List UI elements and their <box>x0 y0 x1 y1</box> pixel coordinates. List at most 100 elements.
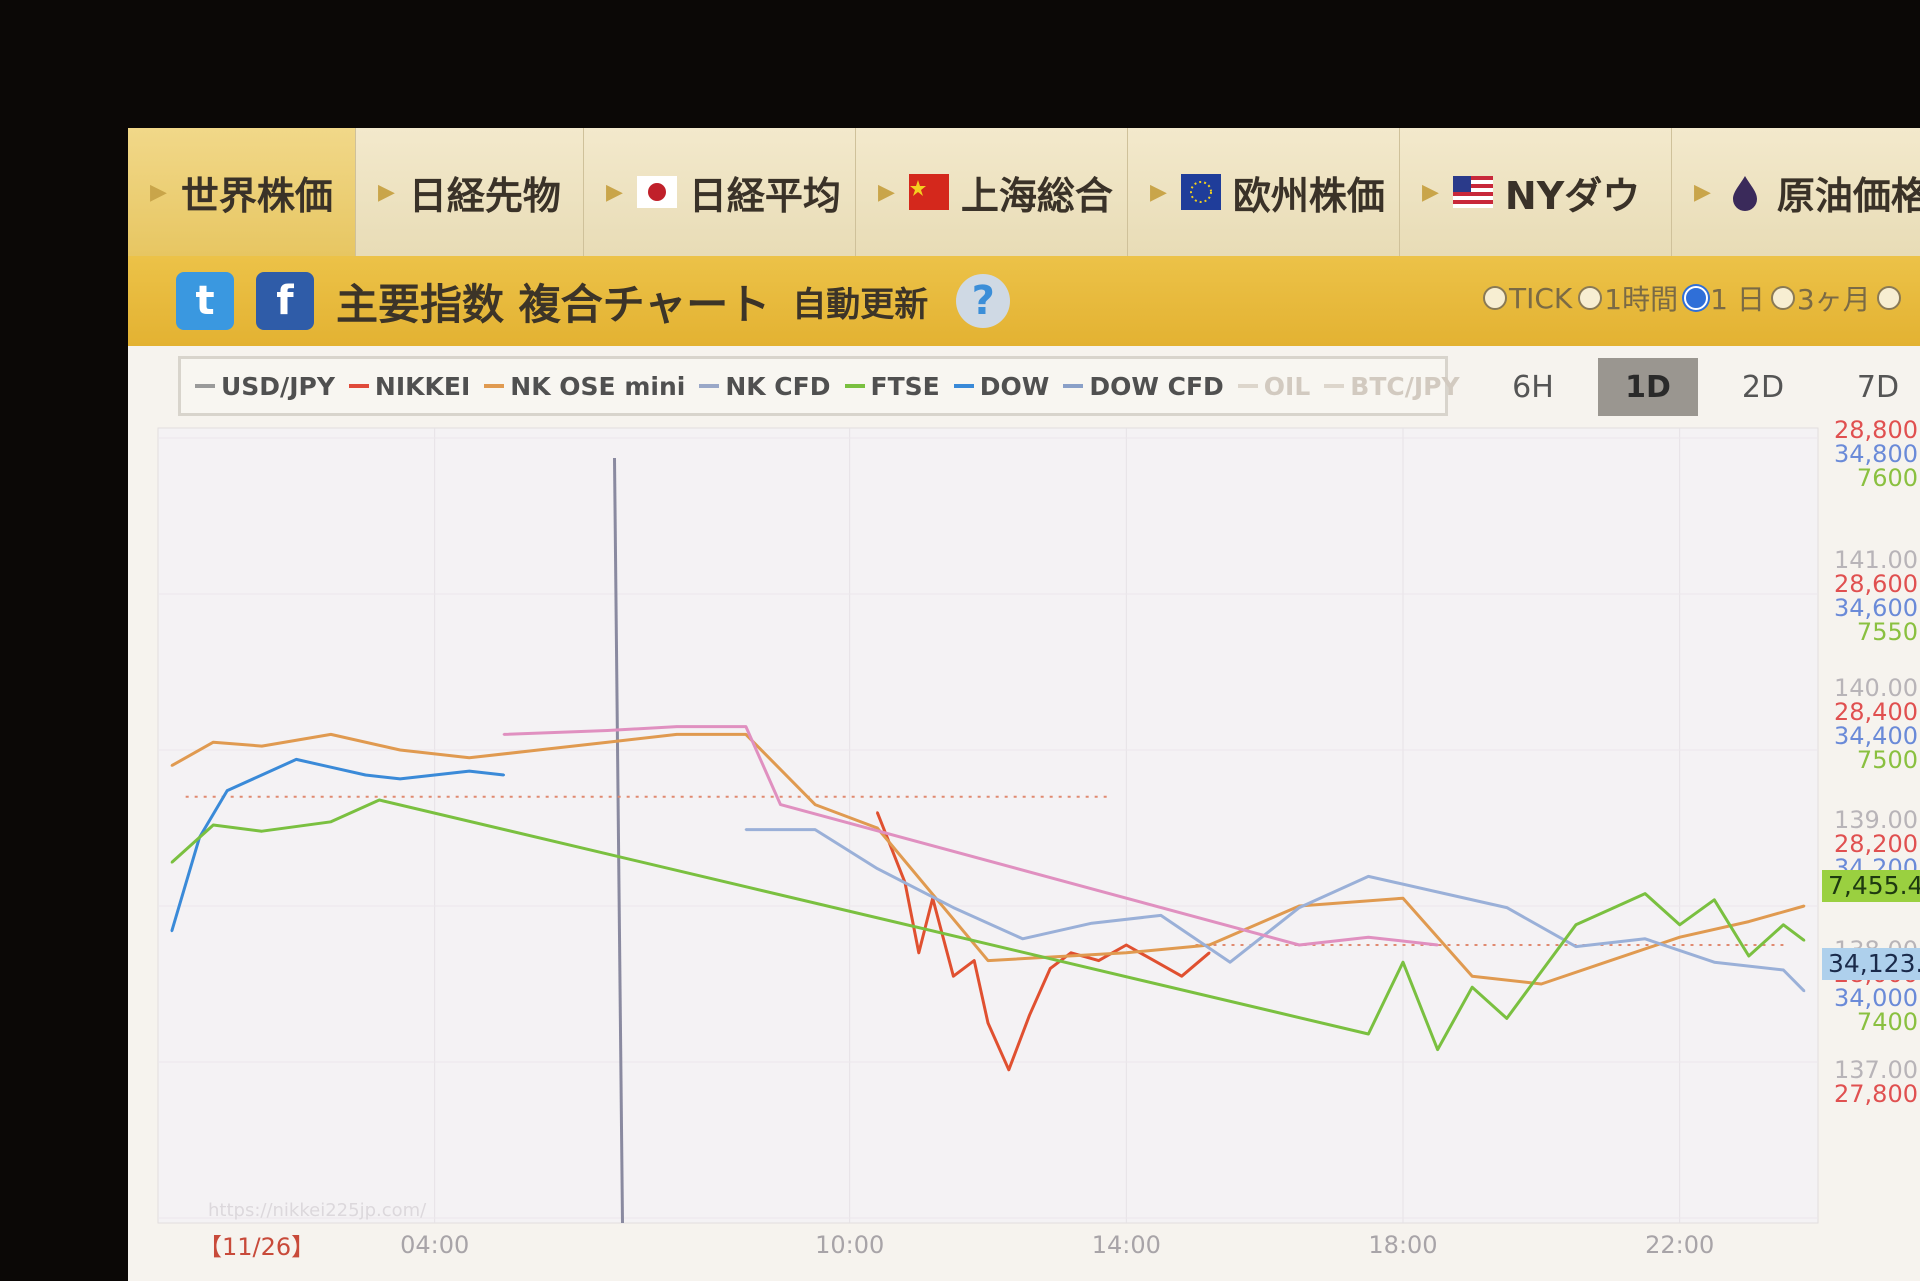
series-point <box>1028 1014 1031 1017</box>
series-point <box>170 861 174 864</box>
series-point <box>1643 937 1647 940</box>
series-point <box>364 773 367 777</box>
series-point <box>1125 943 1128 947</box>
y-axis-label: 7500 <box>1857 746 1918 774</box>
series-point <box>329 766 333 769</box>
y-axis-label: 7600 <box>1857 464 1918 492</box>
series-point <box>744 725 748 728</box>
plot-area <box>157 427 1819 1224</box>
series-point <box>1401 961 1405 964</box>
series-point <box>1367 936 1370 939</box>
series-point <box>260 744 263 748</box>
app-screen: ▶ 世界株価 ▶ 日経先物 ▶ 日経平均 ▶ 上海総合 ▶ 欧州株価 ▶ NYダ… <box>128 128 1920 1281</box>
series-point <box>260 830 263 833</box>
series-point <box>502 733 506 736</box>
series-point <box>1049 967 1052 970</box>
x-tick-label: 04:00 <box>400 1231 469 1259</box>
x-tick-label: 18:00 <box>1368 1231 1437 1259</box>
series-point <box>1782 923 1785 926</box>
series-point <box>675 733 678 736</box>
series-point <box>1021 937 1024 940</box>
series-point <box>1713 961 1716 964</box>
series-point <box>1298 906 1301 909</box>
series-point <box>1436 890 1439 894</box>
series-point <box>1802 939 1806 942</box>
series-point <box>779 803 782 806</box>
series-point <box>1609 908 1612 911</box>
series-point <box>1208 951 1211 954</box>
series-point <box>675 725 678 728</box>
series-point <box>329 820 333 824</box>
series-point <box>1747 920 1751 923</box>
series-point <box>502 773 506 777</box>
series-point <box>606 729 609 732</box>
series-point <box>212 823 215 827</box>
series-point <box>813 828 817 831</box>
series-point <box>1069 951 1073 954</box>
series-point <box>986 959 990 962</box>
series-point <box>1097 959 1100 962</box>
series-point <box>1505 1017 1508 1020</box>
series-point <box>917 951 921 954</box>
series-point <box>170 929 174 933</box>
series-point <box>170 764 174 767</box>
series-point <box>1782 968 1785 972</box>
series-point <box>1228 961 1232 964</box>
series-point <box>1713 898 1716 902</box>
series-point <box>1367 875 1370 878</box>
series-point <box>329 733 333 736</box>
composite-chart: 04:00 10:00 14:00 18:00 22:00【11/26】28,80034… <box>157 416 1920 1261</box>
series-point <box>1180 975 1183 978</box>
series-point <box>1747 954 1751 958</box>
series-point <box>1470 986 1474 989</box>
series-point <box>1367 1032 1370 1036</box>
series-point <box>1470 975 1474 978</box>
current-value-label: 34,123.4 <box>1828 949 1920 978</box>
current-value-label: 7,455.4 <box>1828 871 1920 900</box>
series-point <box>537 748 540 752</box>
series-point <box>876 811 879 814</box>
series-point <box>876 867 879 870</box>
series-point <box>744 733 748 736</box>
series-point <box>1505 906 1508 909</box>
series-point <box>1159 914 1163 917</box>
series-point <box>1436 943 1439 947</box>
series-point <box>1540 982 1543 986</box>
series-point <box>972 959 976 962</box>
series-point <box>952 906 955 909</box>
series-point <box>1643 892 1647 895</box>
y-axis-label: 7550 <box>1857 618 1918 646</box>
series-point <box>744 828 748 831</box>
series-point <box>468 769 471 773</box>
x-tick-label: 14:00 <box>1092 1231 1161 1259</box>
series-point <box>295 758 298 761</box>
series-point <box>1152 959 1156 962</box>
series-point <box>1678 923 1681 926</box>
series-point <box>1609 959 1612 962</box>
y-axis-label: 27,800 <box>1834 1080 1918 1108</box>
series-point <box>468 756 471 759</box>
series-point <box>1125 951 1128 954</box>
x-tick-label: 22:00 <box>1645 1231 1714 1259</box>
series-point <box>952 975 955 978</box>
series-point <box>1090 922 1093 925</box>
watermark-text: https://nikkei225jp.com/ <box>208 1200 427 1221</box>
series-point <box>1678 936 1681 939</box>
series-point <box>378 798 381 802</box>
series-point <box>1540 970 1543 973</box>
series-point <box>1574 923 1578 926</box>
series-point <box>225 789 229 792</box>
series-point <box>1298 943 1301 947</box>
series-point <box>1802 904 1806 908</box>
x-tick-label: 10:00 <box>815 1231 884 1259</box>
series-point <box>1574 945 1578 948</box>
series-point <box>1401 897 1405 900</box>
series-point <box>260 773 263 777</box>
series-point <box>398 748 402 752</box>
series-point <box>212 741 215 744</box>
series-point <box>876 826 879 830</box>
series-point <box>398 777 402 781</box>
series-point <box>606 741 609 744</box>
series-point <box>1007 1068 1010 1071</box>
series-point <box>986 1021 990 1025</box>
